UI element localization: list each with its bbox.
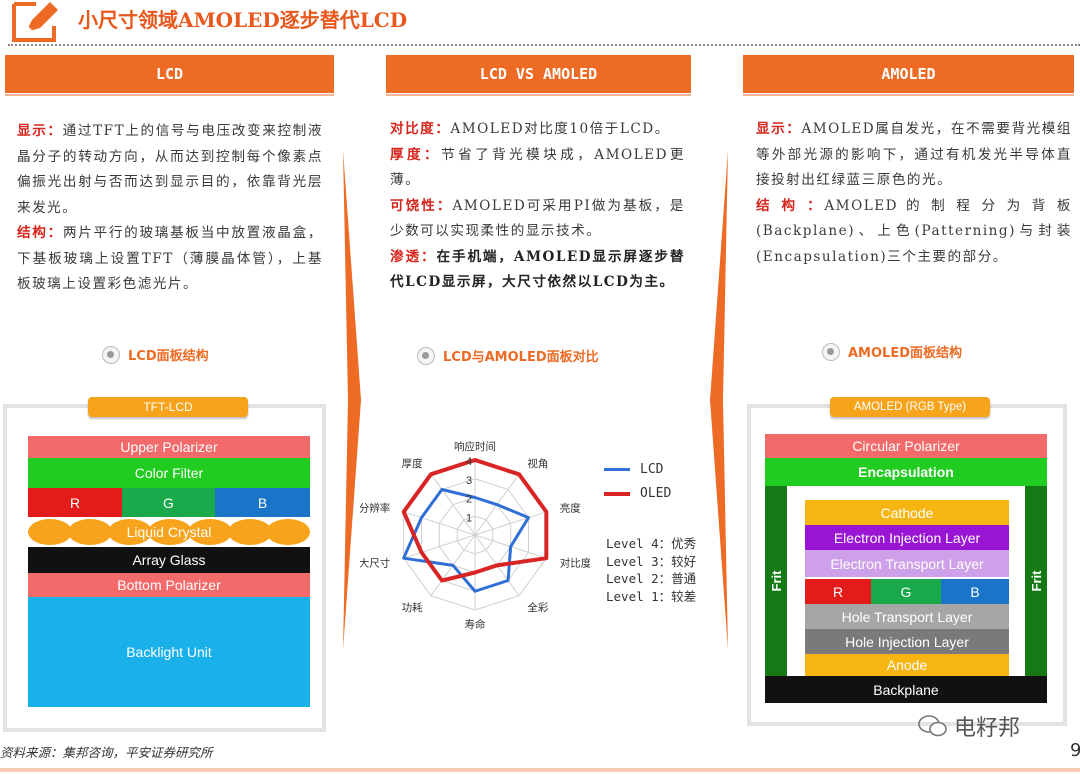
radar-tick-label: 2: [466, 494, 472, 506]
wechat-icon: [918, 715, 947, 737]
radar-axis-label: 亮度: [560, 501, 581, 514]
radar-axis-label: 全彩: [527, 601, 549, 614]
thickness-keyword: 厚度：: [390, 146, 442, 163]
frit-right: Frit: [1025, 486, 1047, 676]
frit-left: Frit: [765, 486, 787, 676]
compare-section-label: LCD与AMOLED面板对比: [417, 346, 599, 365]
hole-transport-layer: Hole Transport Layer: [805, 604, 1009, 629]
green-filter-cell: G: [122, 488, 215, 517]
level-item: Level 1：较差: [606, 588, 697, 604]
tft-lcd-tag: TFT-LCD: [88, 397, 248, 417]
radar-axis-label: 大尺寸: [360, 557, 390, 570]
display-keyword: 显示：: [17, 123, 63, 139]
amoled-description: 显示：AMOLED属自发光，在不需要背光模组等外部光源的影响下，通过有机发光半导…: [756, 117, 1072, 270]
structure-keyword: 结构：: [17, 225, 63, 241]
section-label-text: LCD面板结构: [128, 349, 209, 364]
amoled-section-label: AMOLED面板结构: [822, 342, 962, 361]
contrast-text: AMOLED对比度10倍于LCD。: [450, 121, 670, 137]
cathode-layer: Cathode: [805, 500, 1009, 525]
column-header-compare: LCD VS AMOLED: [386, 55, 691, 96]
radar-axis-label: 对比度: [560, 557, 590, 570]
level-item: Level 4：优秀: [606, 536, 697, 551]
radar-axis-label: 响应时间: [454, 440, 496, 453]
chevron-divider-icon: [343, 150, 361, 650]
display-text: AMOLED属自发光，在不需要背光模组等外部光源的影响下，通过有机发光半导体直接…: [756, 121, 1073, 188]
blue-filter-cell: B: [215, 488, 310, 517]
page-number: 9: [1070, 740, 1080, 761]
lcd-description: 显示：通过TFT上的信号与电压改变来控制液晶分子的转动方向，从而达到控制每个像素…: [17, 119, 323, 298]
section-label-text: LCD与AMOLED面板对比: [443, 350, 599, 365]
level-item: Level 2：普通: [606, 571, 697, 586]
backlight-unit-layer: Backlight Unit: [28, 597, 310, 707]
radar-chart: 1 2 3 4 响应时间视角亮度对比度全彩寿命 功耗 大尺寸 高分辨率 厚度: [360, 440, 590, 631]
contrast-keyword: 对比度：: [390, 121, 451, 137]
title-divider: [8, 44, 1080, 46]
amoled-rgb-tag: AMOLED (RGB Type): [830, 397, 990, 417]
source-note: 资料来源：集邦咨询，平安证券研究所: [0, 745, 213, 760]
structure-text: 两片平行的玻璃基板当中放置液晶盒，下基板玻璃上设置TFT（薄膜晶体管），上基板玻…: [17, 225, 324, 292]
frit-label: Frit: [1028, 570, 1044, 592]
level-legend: Level 4：优秀 Level 3：较好 Level 2：普通 Level 1…: [606, 535, 696, 605]
structure-keyword: 结 构 ：: [756, 197, 825, 214]
flexibility-keyword: 可饶性：: [390, 197, 453, 214]
column-header-amoled: AMOLED: [743, 55, 1074, 96]
radio-bullet-icon: [822, 342, 840, 361]
radar-tick-label: 1: [466, 512, 472, 524]
radar-axis-label: 视角: [527, 457, 548, 470]
electron-transport-layer: Electron Transport Layer: [805, 550, 1009, 577]
upper-polarizer-layer: Upper Polarizer: [28, 436, 310, 458]
radar-axis-label: 功耗: [402, 602, 423, 614]
radar-axis-label: 寿命: [465, 618, 486, 631]
lcd-section-label: LCD面板结构: [102, 345, 209, 364]
watermark-text: 电籽邦: [954, 715, 1021, 740]
radar-tick-label: 3: [466, 475, 472, 487]
radio-bullet-icon: [417, 346, 435, 365]
legend-label: LCD: [640, 462, 664, 477]
radio-bullet-icon: [102, 345, 120, 364]
section-label-text: AMOLED面板结构: [848, 346, 963, 361]
pencil-logo-icon: [12, 2, 58, 42]
chevron-divider-icon: [710, 150, 728, 650]
liquid-crystal-label: Liquid Crystal: [126, 524, 212, 540]
anode-layer: Anode: [805, 654, 1009, 676]
radar-tick-label: 4: [466, 456, 472, 468]
page-title: 小尺寸领域AMOLED逐步替代LCD: [78, 8, 408, 32]
penetration-keyword: 渗透：: [390, 248, 437, 265]
green-emitter-cell: G: [871, 579, 941, 604]
array-glass-layer: Array Glass: [28, 547, 310, 573]
radar-axis-label: 高分辨率: [360, 501, 390, 514]
bottom-divider: [0, 768, 1080, 772]
circular-polarizer-layer: Circular Polarizer: [765, 434, 1047, 458]
legend-label: OLED: [640, 486, 672, 501]
liquid-crystal-layer: Liquid Crystal: [28, 519, 310, 545]
level-item: Level 3：较好: [606, 553, 697, 569]
color-filter-layer: Color Filter: [28, 458, 310, 488]
legend-swatch-lcd: [604, 468, 630, 471]
backplane-layer: Backplane: [765, 676, 1047, 703]
red-emitter-cell: R: [805, 579, 871, 604]
encapsulation-layer: Encapsulation: [765, 458, 1047, 486]
red-filter-cell: R: [28, 488, 122, 517]
radar-axis-label: 厚度: [402, 457, 423, 470]
legend-swatch-oled: [604, 491, 630, 496]
display-keyword: 显示：: [756, 121, 802, 137]
blue-emitter-cell: B: [941, 579, 1009, 604]
legend-item-oled: OLED: [604, 486, 671, 501]
display-text: 通过TFT上的信号与电压改变来控制液晶分子的转动方向，从而达到控制每个像素点偏振…: [17, 123, 323, 216]
bottom-polarizer-layer: Bottom Polarizer: [28, 573, 310, 597]
frit-label: Frit: [768, 570, 784, 592]
hole-injection-layer: Hole Injection Layer: [805, 629, 1009, 654]
electron-injection-layer: Electron Injection Layer: [805, 525, 1009, 550]
compare-description: 对比度：AMOLED对比度10倍于LCD。 厚度：节省了背光模块成，AMOLED…: [390, 117, 685, 296]
column-header-lcd: LCD: [5, 55, 334, 96]
watermark: 电籽邦: [918, 710, 1020, 742]
legend-item-lcd: LCD: [604, 462, 663, 477]
